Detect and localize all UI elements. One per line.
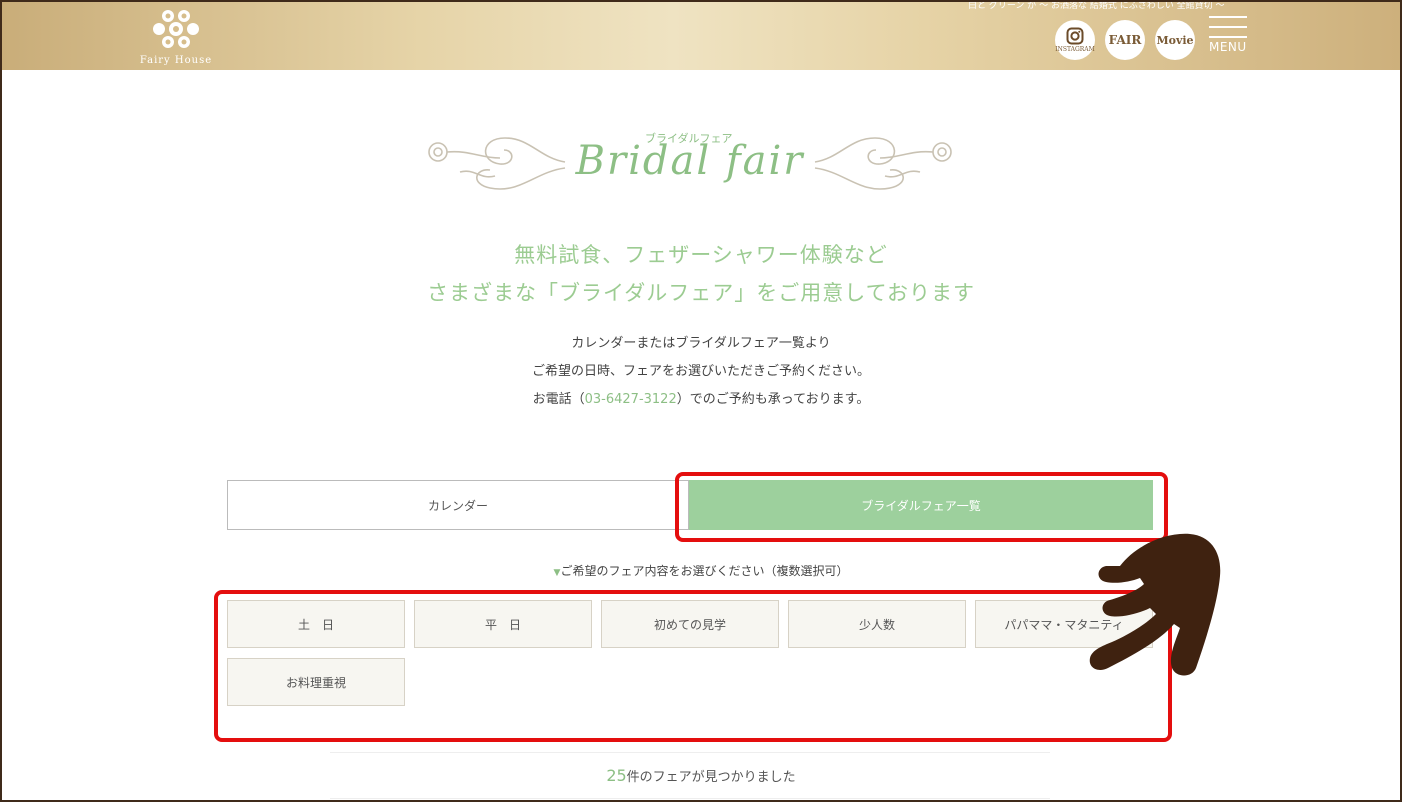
filter-label: 平 日 [484, 617, 521, 632]
intro-line-1: カレンダーまたはブライダルフェア一覧より [571, 336, 831, 351]
brand-name: Fairy House [139, 55, 213, 66]
instagram-icon [1066, 27, 1084, 45]
menu-button[interactable]: MENU [1209, 16, 1249, 64]
header-tagline: 白と グリーン が 〜 お洒落な 結婚式 にふさわしい 全館貸切 〜 [968, 1, 1225, 11]
filter-cuisine[interactable]: お料理重視 [227, 658, 405, 706]
result-divider-top [330, 752, 1050, 753]
filter-weekday[interactable]: 平 日 [414, 600, 592, 648]
logo-emblem-icon [153, 10, 199, 48]
filter-small-group[interactable]: 少人数 [788, 600, 966, 648]
filter-label: 土 日 [297, 617, 334, 632]
filter-label: お料理重視 [285, 675, 346, 690]
movie-button[interactable]: Movie [1155, 20, 1195, 60]
result-count-suffix: 件のフェアが見つかりました [626, 770, 796, 785]
result-count-number: 25 [606, 766, 627, 785]
hamburger-icon [1209, 16, 1249, 38]
movie-label: Movie [1156, 33, 1194, 47]
menu-label: MENU [1209, 40, 1247, 54]
intro-line-3: お電話（03-6427-3122）でのご予約も承っております。 [0, 388, 1402, 407]
hint-text: ご希望のフェア内容をお選びください（複数選択可） [560, 564, 849, 578]
fair-button[interactable]: FAIR [1105, 20, 1145, 60]
page-title: ブライダルフェア Bridal fair [420, 128, 960, 200]
lead-line-2: さまざまな「ブライダルフェア」をご用意しております [427, 281, 975, 305]
lead-line-1: 無料試食、フェザーシャワー体験など [514, 243, 888, 267]
right-ornament-icon [814, 137, 952, 190]
tab-calendar[interactable]: カレンダー [227, 480, 689, 530]
instagram-label: INSTAGRAM [1055, 46, 1095, 53]
filter-label: 少人数 [858, 617, 895, 632]
result-divider-bottom [330, 798, 1050, 799]
tab-fair-list-label: ブライダルフェア一覧 [861, 498, 981, 513]
phone-link[interactable]: 03-6427-3122 [585, 392, 677, 407]
instagram-button[interactable]: INSTAGRAM [1055, 20, 1095, 60]
site-header: Fairy House 白と グリーン が 〜 お洒落な 結婚式 にふさわしい … [2, 1, 1400, 70]
filter-label: 初めての見学 [653, 617, 726, 632]
filter-weekend[interactable]: 土 日 [227, 600, 405, 648]
fairy-house-logo[interactable]: Fairy House [134, 4, 218, 68]
fair-label: FAIR [1108, 33, 1142, 47]
result-count: 25件のフェアが見つかりました [0, 766, 1402, 785]
pointing-hand-icon [1089, 533, 1221, 676]
tab-fair-list[interactable]: ブライダルフェア一覧 [689, 480, 1153, 530]
intro-line-3-prefix: お電話（ [532, 392, 585, 407]
filter-first-visit[interactable]: 初めての見学 [601, 600, 779, 648]
intro-line-3-suffix: ）でのご予約も承っております。 [676, 392, 870, 407]
tab-calendar-label: カレンダー [427, 498, 488, 513]
intro-line-2: ご希望の日時、フェアをお選びいただきご予約ください。 [531, 364, 870, 379]
